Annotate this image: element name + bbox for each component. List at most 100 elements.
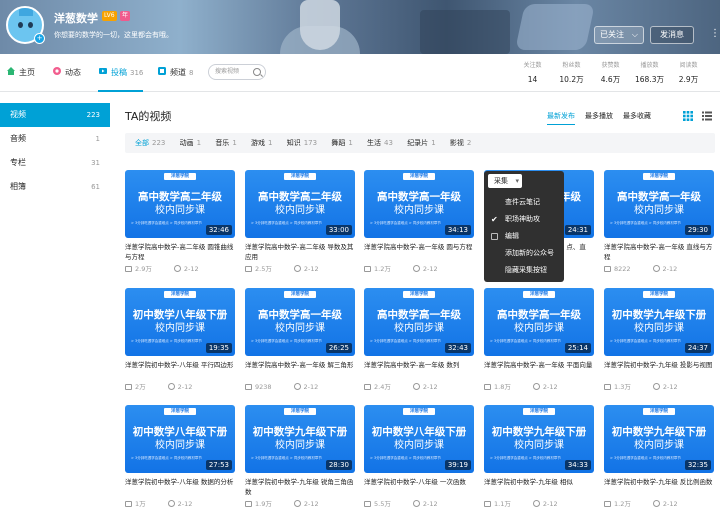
video-title[interactable]: 洋葱学院高中数学-高二年级 圆锥曲线与方程 <box>125 242 235 262</box>
filter-knowledge[interactable]: 知识 173 <box>287 133 317 153</box>
stat-followers[interactable]: 粉丝数 10.2万 <box>552 61 591 86</box>
brand-logo: 洋葱学院 <box>403 291 435 298</box>
filter-documentary[interactable]: 纪录片 1 <box>407 133 435 153</box>
video-thumbnail[interactable]: 洋葱学院 初中数学九年级下册 校内同步课 > 3分钟吃透学会重难点 > 同步校内教材章… <box>604 405 714 473</box>
video-card[interactable]: 洋葱学院 高中数学高二年级 校内同步课 > 3分钟吃透学会重难点 > 同步校内教材章节… <box>245 170 355 274</box>
video-card[interactable]: 洋葱学院高中数学高一年级校内同步课> 3分钟吃透学会重难点 > 同步校内教材章节… <box>484 288 594 392</box>
video-thumbnail[interactable]: 洋葱学院 初中数学八年级下册 校内同步课 > 3分钟吃透学会重难点 > 同步校内教材章… <box>364 405 474 473</box>
sidebar-item-album[interactable]: 相簿 61 <box>0 175 110 199</box>
video-title[interactable]: 洋葱学院初中数学-九年级 锐角三角函数 <box>245 477 355 497</box>
video-card[interactable]: 洋葱学院高中数学高一年级校内同步课> 3分钟吃透学会重难点 > 同步校内教材章节… <box>364 288 474 392</box>
video-duration: 39:19 <box>444 460 471 470</box>
video-thumbnail[interactable]: 洋葱学院 高中数学高二年级 校内同步课 > 3分钟吃透学会重难点 > 同步校内教材章节… <box>245 170 355 238</box>
video-card[interactable]: 洋葱学院 初中数学八年级下册 校内同步课 > 3分钟吃透学会重难点 > 同步校内教材章… <box>364 405 474 509</box>
video-card[interactable]: 洋葱学院 高中数学高二年级 校内同步课 > 3分钟吃透学会重难点 > 同步校内教材章节… <box>125 170 235 274</box>
video-meta: 9238 2-12 <box>245 382 355 392</box>
thumbnail-subtitle: 校内同步课 <box>634 440 684 451</box>
video-card[interactable]: 洋葱学院 初中数学八年级下册 校内同步课 > 3分钟吃透学会重难点 > 同步校内教材章… <box>125 405 235 509</box>
video-title[interactable]: 洋葱学院初中数学-九年级 反比例函数 <box>604 477 714 497</box>
menu-item-cloud-note[interactable]: 查件云笔记 <box>484 194 564 211</box>
video-card[interactable]: 洋葱学院高中数学高一年级校内同步课> 3分钟吃透学会重难点 > 同步校内教材章节… <box>364 170 474 274</box>
stat-following[interactable]: 关注数 14 <box>513 61 552 86</box>
sidebar-item-video[interactable]: 视频 223 <box>0 103 110 127</box>
video-card[interactable]: 洋葱学院高中数学高一年级校内同步课> 3分钟吃透学会重难点 > 同步校内教材章节… <box>604 170 714 274</box>
filter-game[interactable]: 游戏 1 <box>251 133 272 153</box>
menu-item-add-account[interactable]: 添加新的公众号 <box>484 245 564 262</box>
video-title[interactable]: 洋葱学院高中数学-高二年级 导数及其应用 <box>245 242 355 262</box>
video-card[interactable]: 洋葱学院 初中数学九年级下册 校内同步课 > 3分钟吃透学会重难点 > 同步校内教材章… <box>604 288 714 392</box>
filter-music[interactable]: 音乐 1 <box>215 133 236 153</box>
video-thumbnail[interactable]: 洋葱学院 高中数学高二年级 校内同步课 > 3分钟吃透学会重难点 > 同步校内教材章节… <box>125 170 235 238</box>
menu-item-hide-collect[interactable]: 隐藏采集按钮 <box>484 262 564 279</box>
list-view-icon[interactable] <box>702 111 712 121</box>
thumbnail-title: 高中数学高一年级 <box>377 191 461 203</box>
video-card[interactable]: 洋葱学院 初中数学八年级下册 校内同步课 > 3分钟吃透学会重难点 > 同步校内教材章… <box>125 288 235 392</box>
search-icon[interactable] <box>253 68 261 76</box>
video-title[interactable]: 洋葱学院高中数学-高一年级 解三角形 <box>245 360 355 380</box>
video-thumbnail[interactable]: 洋葱学院高中数学高一年级校内同步课> 3分钟吃透学会重难点 > 同步校内教材章节… <box>484 288 594 356</box>
video-duration: 25:14 <box>564 343 591 353</box>
tab-uploads[interactable]: 投稿 316 <box>98 65 144 92</box>
video-meta: 8222 2-12 <box>604 264 714 274</box>
verified-badge-icon: + <box>34 33 45 44</box>
sort-most-favorited[interactable]: 最多收藏 <box>623 111 651 125</box>
tab-home[interactable]: 主页 <box>6 65 35 81</box>
brand-logo: 洋葱学院 <box>523 291 555 298</box>
video-card[interactable]: 洋葱学院高中数学高一年级校内同步课> 3分钟吃透学会重难点 > 同步校内教材章节… <box>245 288 355 392</box>
filter-all[interactable]: 全部 223 <box>135 133 165 153</box>
clock-icon <box>412 265 420 272</box>
brand-logo: 洋葱学院 <box>643 291 675 298</box>
video-title[interactable]: 洋葱学院初中数学-八年级 一次函数 <box>364 477 474 497</box>
video-card[interactable]: 洋葱学院 初中数学九年级下册 校内同步课 > 3分钟吃透学会重难点 > 同步校内教材章… <box>484 405 594 509</box>
grid-view-icon[interactable] <box>683 111 693 121</box>
video-title[interactable]: 洋葱学院初中数学-九年级 相似 <box>484 477 594 497</box>
video-card[interactable]: 洋葱学院 初中数学九年级下册 校内同步课 > 3分钟吃透学会重难点 > 同步校内教材章… <box>245 405 355 509</box>
video-duration: 24:37 <box>684 343 711 353</box>
filter-dance[interactable]: 舞蹈 1 <box>331 133 352 153</box>
clock-icon <box>652 383 660 390</box>
filter-animation[interactable]: 动画 1 <box>180 133 201 153</box>
video-thumbnail[interactable]: 洋葱学院 初中数学八年级下册 校内同步课 > 3分钟吃透学会重难点 > 同步校内教材章… <box>125 405 235 473</box>
collect-dropdown[interactable]: 采集 ▾ <box>488 174 522 188</box>
play-count: 1.8万 <box>494 383 511 391</box>
menu-item-career-assist[interactable]: ✔ 职场神助攻 <box>484 211 564 228</box>
filter-life[interactable]: 生活 43 <box>367 133 393 153</box>
filter-film[interactable]: 影视 2 <box>450 133 471 153</box>
video-title[interactable]: 洋葱学院高中数学-高一年级 平面向量 <box>484 360 594 380</box>
sort-latest[interactable]: 最新发布 <box>547 111 575 125</box>
video-card[interactable]: 洋葱学院 初中数学九年级下册 校内同步课 > 3分钟吃透学会重难点 > 同步校内教材章… <box>604 405 714 509</box>
message-button[interactable]: 发消息 <box>650 26 694 44</box>
play-count-icon <box>125 501 132 507</box>
search-input[interactable]: 搜索视频 <box>208 64 266 80</box>
upload-date: 2-12 <box>662 500 678 508</box>
video-title[interactable]: 洋葱学院高中数学-高一年级 直线与方程 <box>604 242 714 262</box>
video-thumbnail[interactable]: 洋葱学院高中数学高一年级校内同步课> 3分钟吃透学会重难点 > 同步校内教材章节… <box>245 288 355 356</box>
brand-logo: 洋葱学院 <box>643 173 675 180</box>
video-thumbnail[interactable]: 洋葱学院高中数学高一年级校内同步课> 3分钟吃透学会重难点 > 同步校内教材章节… <box>604 170 714 238</box>
play-count-icon <box>484 501 491 507</box>
video-title[interactable]: 洋葱学院初中数学-八年级 数据的分析 <box>125 477 235 497</box>
video-thumbnail[interactable]: 洋葱学院 初中数学九年级下册 校内同步课 > 3分钟吃透学会重难点 > 同步校内教材章… <box>484 405 594 473</box>
video-duration: 33:00 <box>325 225 352 235</box>
video-thumbnail[interactable]: 洋葱学院 初中数学九年级下册 校内同步课 > 3分钟吃透学会重难点 > 同步校内教材章… <box>604 288 714 356</box>
video-meta: 1.2万 2-12 <box>364 264 474 274</box>
sort-most-played[interactable]: 最多播放 <box>585 111 613 125</box>
brand-logo: 洋葱学院 <box>164 408 196 415</box>
video-thumbnail[interactable]: 洋葱学院 初中数学八年级下册 校内同步课 > 3分钟吃透学会重难点 > 同步校内教材章… <box>125 288 235 356</box>
video-thumbnail[interactable]: 洋葱学院 初中数学九年级下册 校内同步课 > 3分钟吃透学会重难点 > 同步校内教材章… <box>245 405 355 473</box>
video-thumbnail[interactable]: 洋葱学院高中数学高一年级校内同步课> 3分钟吃透学会重难点 > 同步校内教材章节… <box>364 288 474 356</box>
more-options-icon[interactable]: ⋮ <box>710 28 720 40</box>
video-thumbnail[interactable]: 洋葱学院高中数学高一年级校内同步课> 3分钟吃透学会重难点 > 同步校内教材章节… <box>364 170 474 238</box>
sidebar-item-audio[interactable]: 音频 1 <box>0 127 110 151</box>
video-title[interactable]: 洋葱学院高中数学-高一年级 数列 <box>364 360 474 380</box>
video-title[interactable]: 洋葱学院高中数学-高一年级 圆与方程 <box>364 242 474 262</box>
menu-item-edit[interactable]: 编辑 <box>484 228 564 245</box>
tab-channel[interactable]: 频道 8 <box>157 65 193 81</box>
video-title[interactable]: 洋葱学院初中数学-八年级 平行四边形 <box>125 360 235 380</box>
banner-art-building <box>515 4 595 50</box>
follow-button[interactable]: 已关注 ⌵ <box>594 26 644 44</box>
tab-dynamic[interactable]: 动态 <box>52 65 81 81</box>
thumbnail-title: 初中数学九年级下册 <box>252 426 348 438</box>
sidebar-item-article[interactable]: 专栏 31 <box>0 151 110 175</box>
video-title[interactable]: 洋葱学院初中数学-九年级 投影与视图 <box>604 360 714 380</box>
